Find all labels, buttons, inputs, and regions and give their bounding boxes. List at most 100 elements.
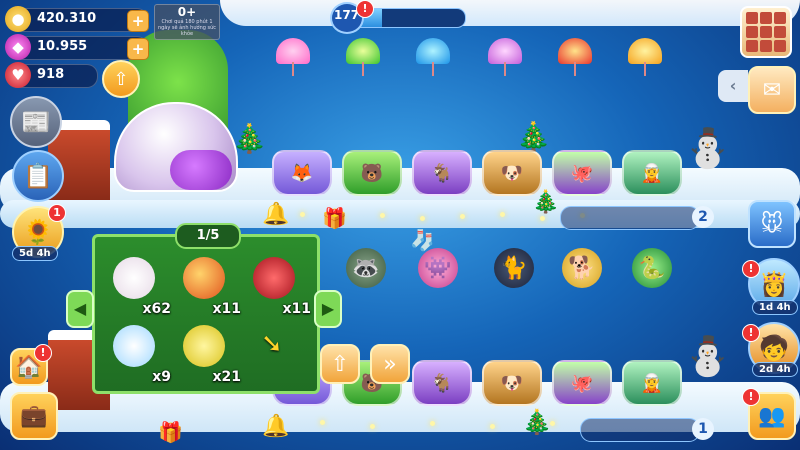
mail-button[interactable]: ✉ xyxy=(748,66,796,114)
umbrella-pink[interactable] xyxy=(276,38,310,76)
fast-forward-icon: » xyxy=(383,351,397,377)
item-bell-pepper[interactable]: x21 xyxy=(177,325,241,385)
grid-menu-button[interactable] xyxy=(740,6,792,58)
gem-value: 10.955 xyxy=(37,39,88,54)
pot-slot[interactable]: 🐐 xyxy=(412,360,472,406)
christmas-tree: 🎄 xyxy=(532,190,560,215)
pet-black-cat[interactable]: 🐈 xyxy=(494,248,534,288)
christmas-tree: 🎄 xyxy=(522,408,552,436)
cotton-icon xyxy=(113,257,155,299)
item-qty: x11 xyxy=(212,301,241,317)
shop-bag-button[interactable]: 💼 xyxy=(10,392,58,440)
item-qty: x9 xyxy=(152,369,171,385)
pot-slot[interactable]: 🐐 xyxy=(412,150,472,196)
add-gems-button[interactable]: + xyxy=(127,38,149,60)
snowman: ⛄ xyxy=(684,126,732,170)
christmas-tree: 🎄 xyxy=(232,122,267,155)
seed-strip-lower[interactable] xyxy=(580,418,700,442)
bell-pepper-icon xyxy=(183,325,225,367)
sunflower-icon: 🌻 xyxy=(23,218,53,246)
add-coins-button[interactable]: + xyxy=(127,10,149,32)
clipboard-icon: 📋 xyxy=(23,162,53,190)
pot-slot[interactable]: 🐶 xyxy=(482,360,542,406)
coin-icon: ● xyxy=(5,6,31,32)
arrow-up-icon: ⇧ xyxy=(330,351,350,377)
item-qty: x21 xyxy=(212,369,241,385)
mouse-event-button[interactable]: 🐭 xyxy=(748,200,796,248)
gift-icon: 🎁 xyxy=(158,420,183,444)
hero-icon: 🧒 xyxy=(759,334,789,362)
item-cotton[interactable]: x62 xyxy=(107,257,171,317)
friends-badge: ! xyxy=(742,388,760,406)
row-number-lower: 1 xyxy=(692,418,714,440)
bell-icon: 🔔 xyxy=(262,414,290,439)
umbrella-blue[interactable] xyxy=(416,38,450,76)
notice-text: Chơi quả 180 phút 1 ngày sẽ ảnh hưởng sứ… xyxy=(157,19,217,37)
snowflake-icon xyxy=(113,325,155,367)
gem-bar: ◆ 10.955 + xyxy=(5,34,149,60)
upgrade-button[interactable]: ⇧ xyxy=(102,60,140,98)
bag-icon: 💼 xyxy=(20,403,48,429)
bell-icon: 🔔 xyxy=(262,202,290,227)
event-badge: ! xyxy=(742,260,760,278)
eggplant-mascot[interactable] xyxy=(170,150,232,190)
panel-next-button[interactable]: ▶ xyxy=(314,290,342,328)
gift-icon: 🎁 xyxy=(322,206,347,230)
news-button[interactable]: 📰 xyxy=(10,96,62,148)
umbrella-green[interactable] xyxy=(346,38,380,76)
farm-badge: ! xyxy=(34,344,52,362)
item-rose[interactable]: x11 xyxy=(247,257,311,317)
item-qty: x11 xyxy=(282,301,311,317)
play-time-notice[interactable]: 0+ Chơi quả 180 phút 1 ngày sẽ ảnh hưởng… xyxy=(154,4,220,40)
top-snow-cloud xyxy=(220,0,800,26)
quest-list-button[interactable]: 📋 xyxy=(12,150,64,202)
pot-slot[interactable]: 🐙 xyxy=(552,360,612,406)
event-badge: 1 xyxy=(48,204,66,222)
panel-prev-button[interactable]: ◀ xyxy=(66,290,94,328)
coin-bar: ● 420.310 + xyxy=(5,6,149,32)
pot-slot[interactable]: 🧝 xyxy=(622,150,682,196)
newspaper-icon: 📰 xyxy=(21,108,51,136)
heart-icon: ♥ xyxy=(5,62,31,88)
row-number-upper: 2 xyxy=(692,206,714,228)
pot-slot[interactable]: 🐻 xyxy=(342,150,402,196)
fast-forward-button[interactable]: » xyxy=(370,344,410,384)
event-timer: 5d 4h xyxy=(12,246,58,261)
snowman: ⛄ xyxy=(684,334,732,378)
pet-raccoon[interactable]: 🦝 xyxy=(346,248,386,288)
pet-green-snake[interactable]: 🐍 xyxy=(632,248,672,288)
farm-button[interactable]: 🏠 ! xyxy=(10,344,52,386)
inventory-panel: 1/5 x62 x11 x11 x9 x21 ➘ xyxy=(92,223,320,394)
umbrella-red[interactable] xyxy=(558,38,592,76)
item-fruit[interactable]: x11 xyxy=(177,257,241,317)
christmas-tree: 🎄 xyxy=(516,120,551,153)
princess-icon: 👸 xyxy=(759,270,789,298)
mail-icon: ✉ xyxy=(762,77,782,103)
heart-value: 918 xyxy=(37,67,65,82)
umbrella-orange[interactable] xyxy=(628,38,662,76)
coin-value: 420.310 xyxy=(37,11,97,26)
pot-slot[interactable]: 🦊 xyxy=(272,150,332,196)
friends-button[interactable]: 👥 ! xyxy=(742,388,796,440)
pet-pink-monster[interactable]: 👾 xyxy=(418,248,458,288)
collapse-arrow-button[interactable]: ‹ xyxy=(718,70,748,102)
panel-page-indicator: 1/5 xyxy=(175,223,241,249)
event-timer: 1d 4h xyxy=(752,300,798,315)
friends-icon: 👥 xyxy=(758,403,786,429)
pot-slot[interactable]: 🧝 xyxy=(622,360,682,406)
event-badge: ! xyxy=(742,324,760,342)
fruit-icon xyxy=(183,257,225,299)
arrow-up-icon: ⇧ xyxy=(113,68,129,90)
mouse-icon: 🐭 xyxy=(760,211,784,237)
rose-icon xyxy=(253,257,295,299)
umbrella-purple[interactable] xyxy=(488,38,522,76)
level-badge: ! xyxy=(356,0,374,18)
item-qty: x62 xyxy=(142,301,171,317)
seed-strip-upper[interactable] xyxy=(560,206,700,230)
pet-yellow-dog[interactable]: 🐕 xyxy=(562,248,602,288)
move-up-button[interactable]: ⇧ xyxy=(320,344,360,384)
item-snowflake[interactable]: x9 xyxy=(107,325,171,385)
heart-bar: ♥ 918 xyxy=(5,62,98,88)
pot-slot[interactable]: 🐶 xyxy=(482,150,542,196)
pot-slot[interactable]: 🐙 xyxy=(552,150,612,196)
